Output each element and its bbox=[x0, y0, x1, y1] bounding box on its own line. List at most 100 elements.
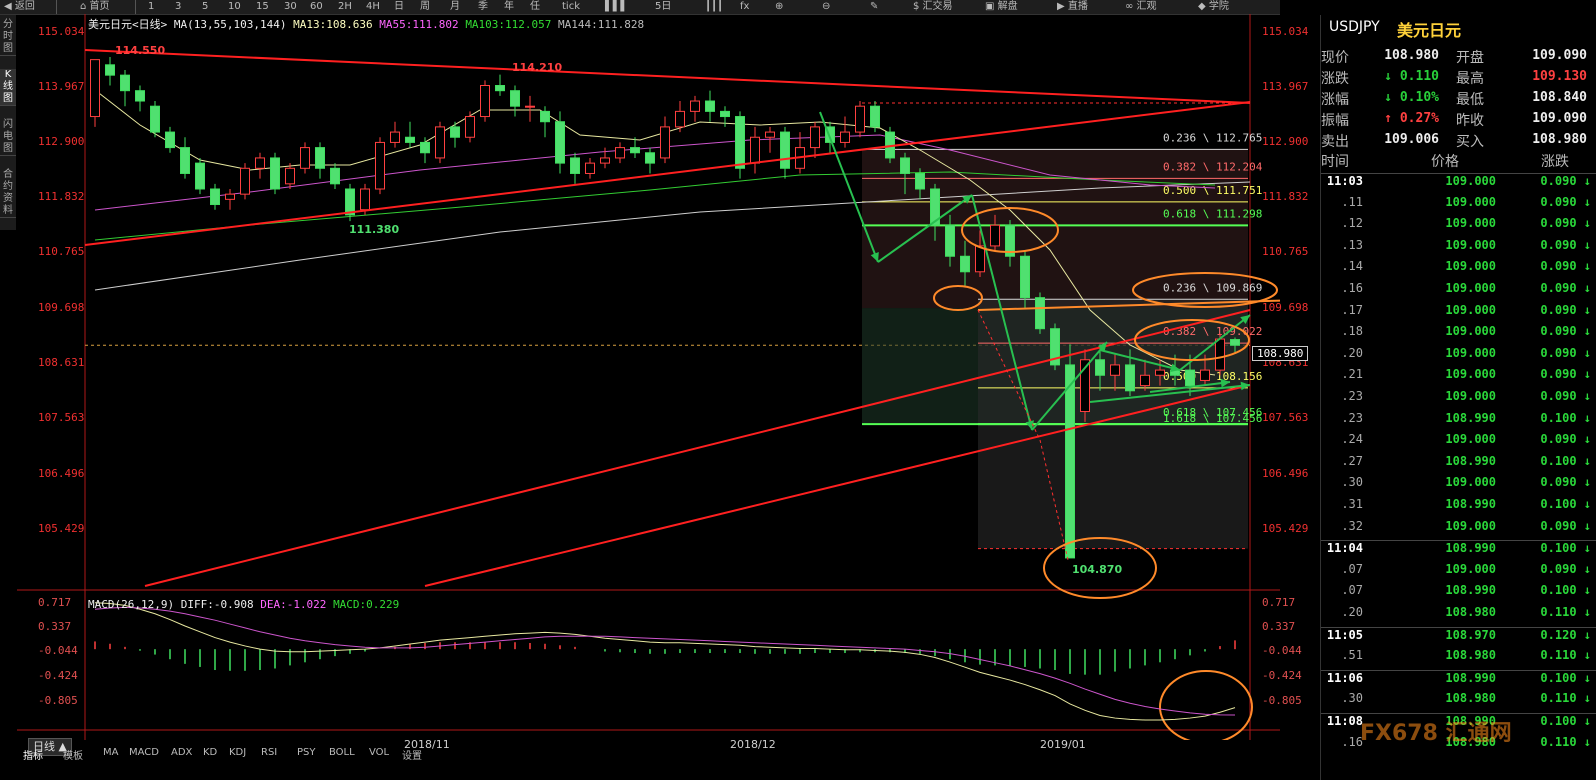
macd-header: MACD(26,12,9) DIFF:-0.908 DEA:-1.022 MAC… bbox=[88, 598, 399, 611]
candle-body bbox=[540, 110, 550, 123]
price-axis-left-label: 109.698 bbox=[38, 301, 85, 314]
candle-body bbox=[450, 126, 460, 138]
price-axis-right-label: 107.563 bbox=[1262, 411, 1309, 424]
tick-time: 11:08 bbox=[1326, 714, 1363, 728]
price-chart[interactable]: 0.236 \ 112.7650.382 \ 112.2040.500 \ 11… bbox=[0, 0, 1280, 740]
quote-value: ↓ 0.110 bbox=[1384, 69, 1439, 84]
candle-body bbox=[1065, 364, 1075, 559]
tick-price: 109.000 bbox=[1445, 475, 1496, 490]
tick-time: .31 bbox=[1341, 497, 1363, 511]
low-label: 104.870 bbox=[1072, 563, 1122, 576]
price-axis-left-label: 113.967 bbox=[38, 80, 85, 93]
tick-change: 0.100 ↓ bbox=[1540, 453, 1591, 468]
tick-change: 0.090 ↓ bbox=[1540, 475, 1591, 490]
macd-axis-right-label: 0.717 bbox=[1262, 596, 1296, 609]
indicator-tab-10[interactable]: VOL bbox=[369, 747, 389, 758]
quote-value: ↓ 0.10% bbox=[1384, 90, 1439, 105]
candle-body bbox=[300, 147, 310, 169]
ma55-value: MA55:111.802 bbox=[379, 18, 459, 31]
quote-symbol: USDJPY bbox=[1329, 19, 1380, 35]
tick-row: .20 108.980 0.110 ↓ bbox=[1321, 605, 1596, 626]
candle-body bbox=[900, 157, 910, 174]
price-axis-right-label: 110.765 bbox=[1262, 245, 1309, 258]
tick-row: .32 109.000 0.090 ↓ bbox=[1321, 519, 1596, 540]
price-axis-left-label: 111.832 bbox=[38, 190, 85, 203]
indicator-tab-8[interactable]: PSY bbox=[297, 747, 316, 758]
tick-price: 109.000 bbox=[1445, 432, 1496, 447]
indicator-tabs: 指标 模板 MA MACD ADX KD KDJ RSI PSY BOLL VOL 设置 bbox=[17, 744, 1280, 764]
indicator-tab-11[interactable]: 设置 bbox=[402, 747, 422, 762]
macd-axis-left-label: 0.717 bbox=[38, 596, 72, 609]
tick-time: 11:03 bbox=[1326, 174, 1363, 188]
candle-body bbox=[420, 141, 430, 154]
macd-axis-left-label: -0.044 bbox=[38, 644, 78, 657]
quote-label: 现价 bbox=[1321, 50, 1349, 66]
tick-time: .30 bbox=[1341, 475, 1363, 490]
indicator-tab-6[interactable]: KDJ bbox=[229, 747, 246, 758]
tick-change: 0.090 ↓ bbox=[1540, 324, 1591, 339]
quote-value: 108.980 bbox=[1532, 132, 1587, 147]
indicator-tab-9[interactable]: BOLL bbox=[329, 747, 355, 758]
candle-body bbox=[735, 116, 745, 169]
indicator-tab-1[interactable]: 模板 bbox=[63, 747, 83, 762]
ma103-value: MA103:112.057 bbox=[465, 18, 552, 31]
indicator-tab-2[interactable]: MA bbox=[103, 747, 118, 758]
quote-label: 最高 bbox=[1456, 71, 1484, 87]
tick-change: 0.090 ↓ bbox=[1540, 174, 1591, 188]
tick-row: .11 109.000 0.090 ↓ bbox=[1321, 195, 1596, 216]
tick-change: 0.090 ↓ bbox=[1540, 367, 1591, 382]
tick-change: 0.090 ↓ bbox=[1540, 518, 1591, 533]
high-label: 114.210 bbox=[512, 61, 562, 74]
tick-row: .51 108.980 0.110 ↓ bbox=[1321, 648, 1596, 669]
tick-change: 0.090 ↓ bbox=[1540, 561, 1591, 576]
macd-diff-line bbox=[94, 602, 1236, 721]
price-axis-left-label: 106.496 bbox=[38, 467, 85, 480]
tick-row: .21 109.000 0.090 ↓ bbox=[1321, 367, 1596, 388]
tick-row: .27 108.990 0.100 ↓ bbox=[1321, 454, 1596, 475]
tick-price: 108.980 bbox=[1445, 605, 1496, 619]
candle-body bbox=[750, 136, 760, 164]
tick-row: .17 109.000 0.090 ↓ bbox=[1321, 303, 1596, 324]
indicator-tab-4[interactable]: ADX bbox=[171, 747, 192, 758]
tick-change: 0.090 ↓ bbox=[1540, 237, 1591, 252]
candle-body bbox=[1155, 369, 1165, 376]
tick-price: 109.000 bbox=[1445, 194, 1496, 209]
indicator-tab-3[interactable]: MACD bbox=[129, 747, 159, 758]
ma-settings[interactable]: MA(13,55,103,144) bbox=[174, 18, 287, 31]
fibonacci-zones: 0.236 \ 112.7650.382 \ 112.2040.500 \ 11… bbox=[862, 102, 1263, 550]
indicator-tab-5[interactable]: KD bbox=[203, 747, 217, 758]
candle-body bbox=[945, 224, 955, 257]
candle-body bbox=[630, 147, 640, 154]
tick-row: .30 109.000 0.090 ↓ bbox=[1321, 475, 1596, 496]
macd-label[interactable]: MACD(26,12,9) bbox=[88, 598, 174, 611]
tick-change: 0.090 ↓ bbox=[1540, 259, 1591, 274]
tick-time: .16 bbox=[1341, 281, 1363, 295]
watermark-logo: FX678 汇通网 bbox=[1360, 721, 1512, 746]
candle-body bbox=[240, 167, 250, 195]
tick-time: .13 bbox=[1341, 237, 1363, 252]
candle-body bbox=[495, 85, 505, 92]
candle-body bbox=[165, 131, 175, 149]
tick-price: 108.980 bbox=[1445, 691, 1496, 706]
candle-body bbox=[435, 126, 445, 159]
ma144-value: MA144:111.828 bbox=[558, 18, 645, 31]
price-axis-right-label: 105.429 bbox=[1262, 522, 1309, 535]
tick-header-change: 涨跌 bbox=[1541, 154, 1569, 170]
candle-body bbox=[615, 147, 625, 159]
tick-header-time: 时间 bbox=[1321, 154, 1349, 170]
candle-body bbox=[90, 59, 100, 118]
tick-price: 109.000 bbox=[1445, 345, 1496, 360]
price-axis-left-label: 105.429 bbox=[38, 522, 85, 535]
candle-body bbox=[225, 193, 235, 200]
resistance-trendline bbox=[84, 49, 1251, 104]
indicator-tab-0[interactable]: 指标 bbox=[23, 747, 43, 762]
price-axis-right-label: 115.034 bbox=[1262, 25, 1309, 38]
tick-price: 109.000 bbox=[1445, 518, 1496, 533]
candle-body bbox=[960, 255, 970, 273]
candle-body bbox=[570, 157, 580, 174]
tick-change: 0.090 ↓ bbox=[1540, 302, 1591, 317]
fib-level-label: 0.382 \ 112.204 bbox=[1163, 160, 1263, 173]
indicator-tab-7[interactable]: RSI bbox=[261, 747, 277, 758]
tick-price: 109.000 bbox=[1445, 259, 1496, 274]
candle-body bbox=[480, 85, 490, 118]
